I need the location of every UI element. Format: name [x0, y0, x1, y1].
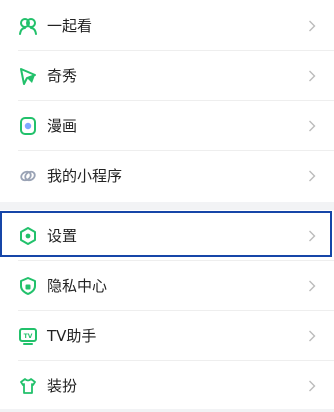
- menu-item-comic[interactable]: 漫画: [0, 100, 334, 152]
- mini-program-icon: [18, 166, 38, 186]
- qixiu-icon: [18, 66, 38, 86]
- menu-item-label: 我的小程序: [47, 167, 123, 185]
- menu-item-watch-together[interactable]: 一起看: [0, 0, 334, 52]
- menu-item-label: 一起看: [47, 17, 93, 35]
- menu-item-label: 装扮: [47, 377, 78, 395]
- menu-item-dress-up[interactable]: 装扮: [0, 360, 334, 412]
- privacy-shield-icon: [18, 276, 38, 296]
- tv-assistant-icon: TV: [18, 326, 38, 346]
- comic-icon: [18, 116, 38, 136]
- chevron-right-icon: [308, 120, 316, 132]
- watch-together-icon: [18, 16, 38, 36]
- menu-item-label: 奇秀: [47, 67, 78, 85]
- chevron-right-icon: [308, 70, 316, 82]
- chevron-right-icon: [308, 170, 316, 182]
- menu-item-label: 隐私中心: [47, 277, 108, 295]
- chevron-right-icon: [308, 330, 316, 342]
- chevron-right-icon: [308, 20, 316, 32]
- menu-item-qixiu[interactable]: 奇秀: [0, 50, 334, 102]
- menu-item-tv-assistant[interactable]: TV TV助手: [0, 310, 334, 362]
- menu-item-mini-program[interactable]: 我的小程序: [0, 150, 334, 202]
- chevron-right-icon: [308, 380, 316, 392]
- menu-item-privacy-center[interactable]: 隐私中心: [0, 260, 334, 312]
- chevron-right-icon: [308, 280, 316, 292]
- selection-highlight: [0, 211, 332, 257]
- menu-group-top: 一起看 奇秀 漫画 我的小程序: [0, 0, 334, 202]
- tv-icon-text: TV: [24, 333, 33, 340]
- dress-up-icon: [18, 376, 38, 396]
- menu-item-label: 漫画: [47, 117, 78, 135]
- menu-item-label: TV助手: [47, 327, 97, 345]
